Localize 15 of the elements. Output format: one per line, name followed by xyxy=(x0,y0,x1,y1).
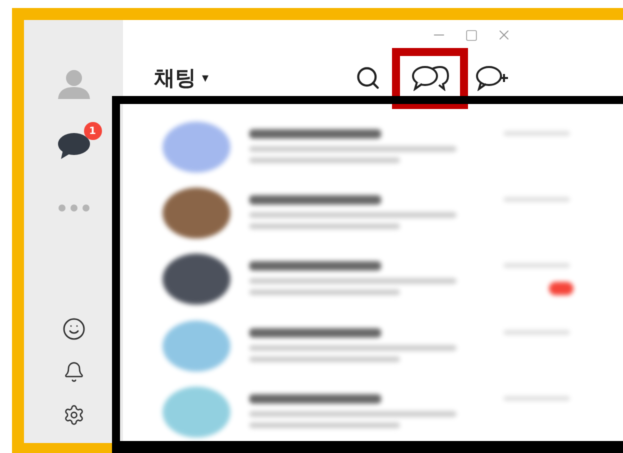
more-icon xyxy=(56,204,90,212)
smiley-icon xyxy=(62,317,86,341)
two-speech-bubbles-icon xyxy=(410,65,450,91)
caret-icon[interactable]: ▾ xyxy=(202,70,209,86)
highlighted-toolbar-button[interactable] xyxy=(392,48,468,108)
maximize-icon[interactable] xyxy=(465,28,478,42)
bell-icon xyxy=(62,361,84,383)
new-chat-icon xyxy=(475,65,509,91)
unread-count: 1 xyxy=(84,122,102,140)
search-icon xyxy=(355,65,381,91)
sidebar-tab[interactable]: 1 xyxy=(46,122,102,170)
person-icon xyxy=(56,69,90,99)
page-title[interactable]: 채팅 xyxy=(154,64,196,92)
settings-icon xyxy=(62,404,84,426)
speech-bubble-icon xyxy=(56,132,90,160)
